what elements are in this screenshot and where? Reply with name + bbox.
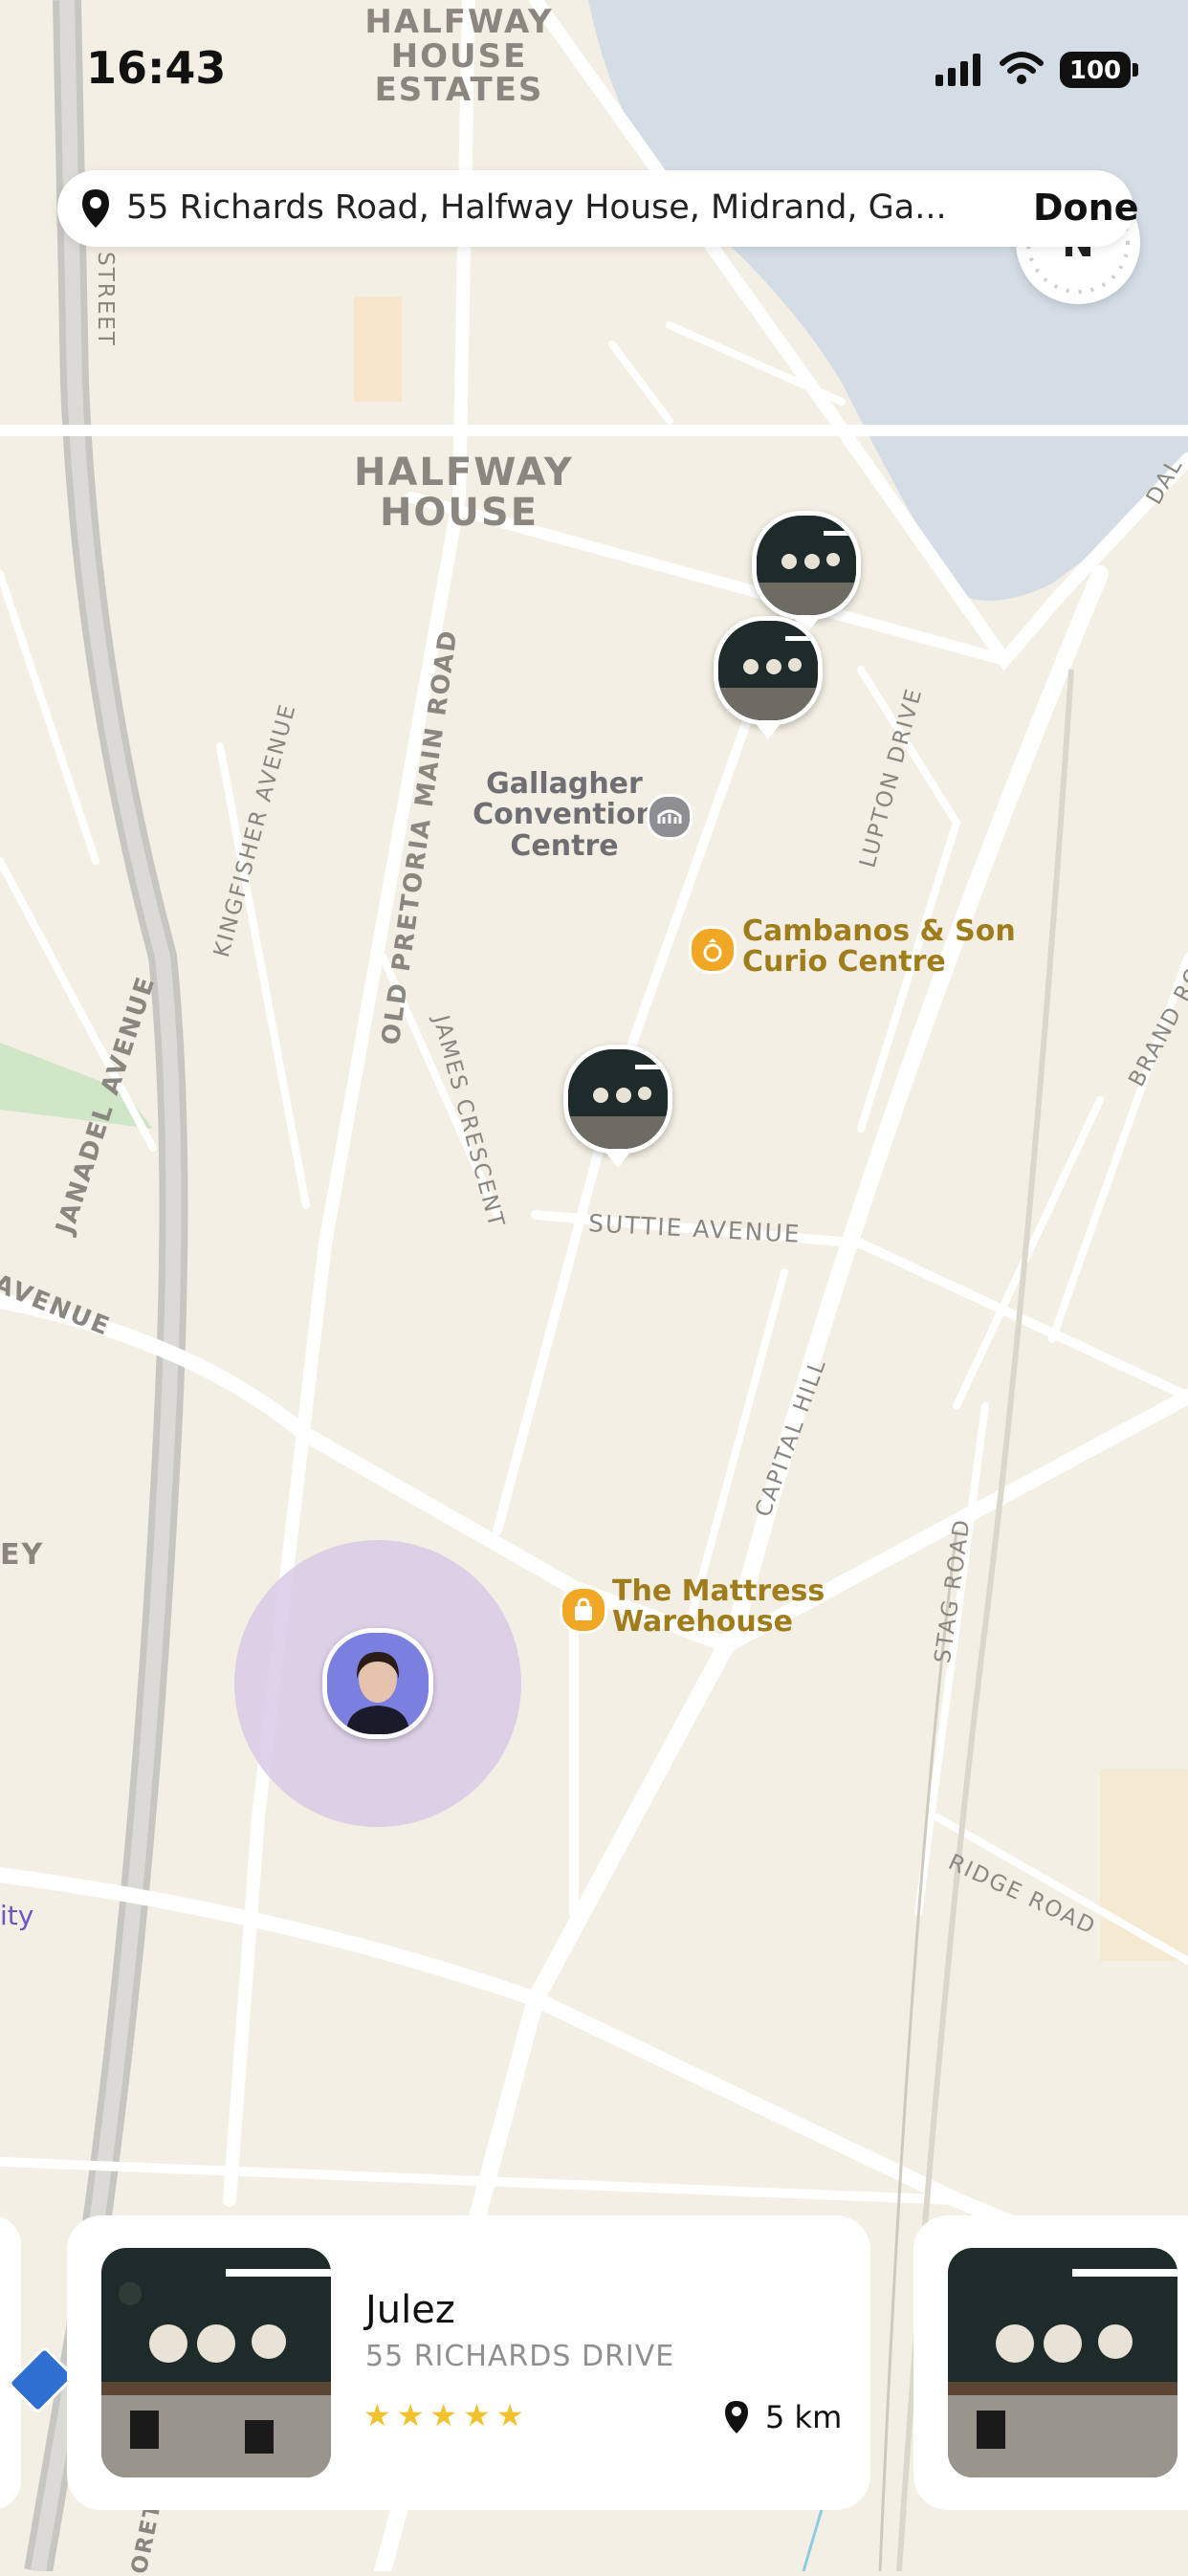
location-pin-icon [82,189,109,228]
search-bar[interactable]: 55 Richards Road, Halfway House, Midrand… [57,170,1133,247]
salon-address: 55 RICHARDS DRIVE [365,2340,675,2373]
signal-icon [935,54,980,86]
wifi-icon [1000,52,1044,84]
area-label-halfway-house: HALFWAY HOUSE [354,451,574,535]
rating-stars: ★★★★★ [363,2397,530,2433]
salon-name: Julez [365,2288,455,2332]
battery-icon: 100 [1060,52,1131,88]
search-address-text[interactable]: 55 Richards Road, Halfway House, Midrand… [126,188,1045,227]
street-label: STREET [92,252,118,347]
ring-icon[interactable] [689,926,737,974]
poi-label-mattress[interactable]: The Mattress Warehouse [612,1575,825,1639]
done-button[interactable]: Done [1033,187,1138,229]
salon-pin-3-tail [605,1151,631,1168]
area-label-ey: EY [0,1538,45,1572]
user-location-marker[interactable] [322,1628,433,1739]
status-time: 16:43 [86,42,227,94]
salon-pin-3[interactable] [563,1045,672,1154]
battery-cap [1133,63,1138,77]
edge-label-ity: ity [0,1900,34,1931]
stadium-icon[interactable] [647,794,693,840]
salon-card-image [101,2248,331,2477]
poi-label-gallagher[interactable]: Gallagher Convention Centre [459,768,670,862]
salon-card[interactable]: Julez 55 RICHARDS DRIVE ★★★★★ 5 km [67,2215,870,2510]
salon-card-prev[interactable] [0,2215,21,2510]
salon-pin-2-tail [755,722,781,739]
status-bar: 16:43 100 [0,0,1188,134]
salon-card-next-image [948,2248,1177,2477]
salon-pin-1[interactable] [752,511,861,620]
shopping-bag-icon[interactable] [560,1586,607,1634]
salon-distance: 5 km [765,2399,843,2435]
poi-label-cambanos[interactable]: Cambanos & Son Curio Centre [742,915,1016,979]
salon-pin-2[interactable] [714,616,823,725]
salon-card-next[interactable] [913,2215,1188,2510]
location-pin-icon [725,2401,748,2433]
map-view[interactable] [0,0,1188,2571]
avatar [327,1633,429,1734]
battery-level: 100 [1068,56,1122,85]
